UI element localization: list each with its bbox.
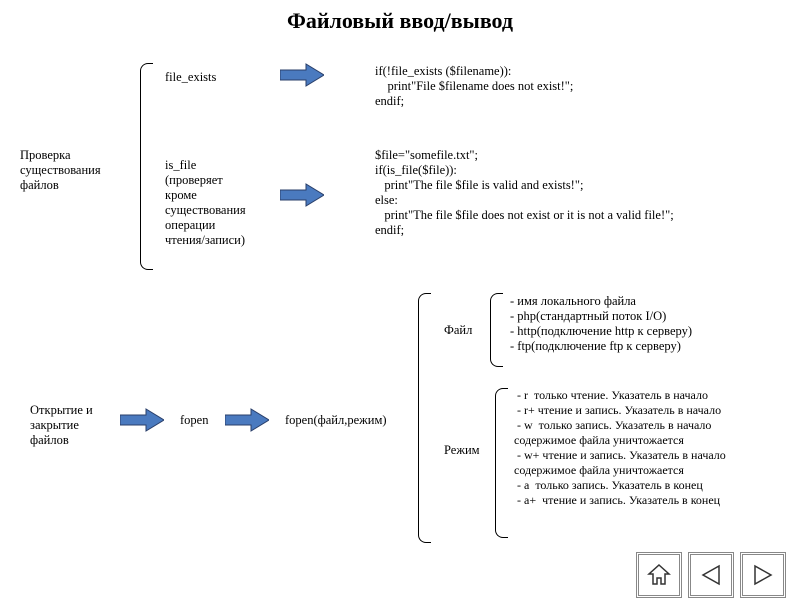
section2-label: Открытие и закрытие файлов bbox=[30, 403, 93, 448]
nav-bar bbox=[636, 552, 786, 598]
home-icon bbox=[647, 563, 671, 587]
home-button[interactable] bbox=[636, 552, 682, 598]
arrow-icon bbox=[280, 183, 324, 207]
arrow-icon bbox=[120, 408, 164, 432]
code-is-file: $file="somefile.txt"; if(is_file($file))… bbox=[375, 148, 674, 238]
brace-section1 bbox=[140, 63, 153, 270]
func-is-file: is_file (проверяет кроме существования о… bbox=[165, 158, 246, 248]
page-title: Файловый ввод/вывод bbox=[0, 8, 800, 34]
prev-button[interactable] bbox=[688, 552, 734, 598]
func-fopen: fopen bbox=[180, 413, 208, 428]
arrow-icon bbox=[225, 408, 269, 432]
brace-fopen-args bbox=[418, 293, 431, 543]
brace-mode bbox=[495, 388, 508, 538]
triangle-left-icon bbox=[699, 563, 723, 587]
code-file-exists: if(!file_exists ($filename)): print"File… bbox=[375, 64, 573, 109]
mode-label: Режим bbox=[444, 443, 480, 458]
file-items: - имя локального файла - php(стандартный… bbox=[510, 294, 692, 354]
next-button[interactable] bbox=[740, 552, 786, 598]
mode-items: - r только чтение. Указатель в начало - … bbox=[514, 388, 726, 508]
brace-file bbox=[490, 293, 503, 367]
func-file-exists: file_exists bbox=[165, 70, 216, 85]
file-label: Файл bbox=[444, 323, 472, 338]
arrow-icon bbox=[280, 63, 324, 87]
fopen-call: fopen(файл,режим) bbox=[285, 413, 387, 428]
section1-label: Проверка существования файлов bbox=[20, 148, 101, 193]
triangle-right-icon bbox=[751, 563, 775, 587]
